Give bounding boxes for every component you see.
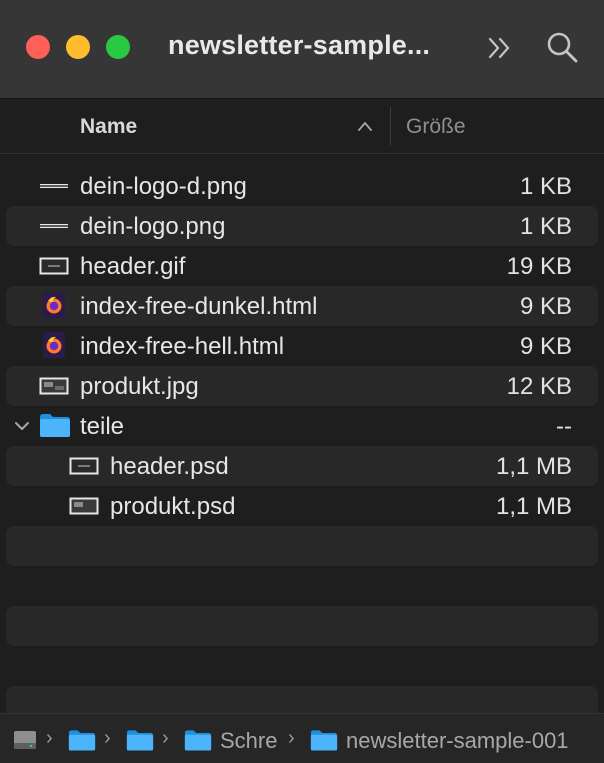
- file-row[interactable]: dein-logo-d.png 1 KB: [6, 166, 598, 206]
- file-size: 1 KB: [519, 173, 572, 200]
- chevron-double-right-icon[interactable]: [486, 34, 514, 62]
- path-item-label[interactable]: newsletter-sample-001: [346, 728, 569, 754]
- column-header-size[interactable]: Größe: [406, 115, 466, 139]
- minimize-button[interactable]: [66, 35, 90, 59]
- file-name: header.gif: [80, 253, 186, 280]
- close-button[interactable]: [26, 35, 50, 59]
- firefox-html-icon: [42, 291, 66, 319]
- column-divider[interactable]: [390, 107, 391, 145]
- path-separator: ›: [104, 727, 111, 749]
- empty-row: [6, 526, 598, 566]
- file-name: index-free-hell.html: [80, 333, 285, 360]
- column-header-name[interactable]: Name: [80, 115, 137, 139]
- file-size: 9 KB: [519, 333, 572, 360]
- image-file-icon: [69, 457, 99, 475]
- file-name: header.psd: [110, 453, 229, 480]
- column-header-bar: Name Größe: [0, 99, 604, 154]
- file-size: 9 KB: [519, 293, 572, 320]
- file-row[interactable]: header.gif 19 KB: [6, 246, 598, 286]
- path-item-label[interactable]: Schre: [220, 728, 277, 754]
- file-name: dein-logo-d.png: [80, 173, 247, 200]
- folder-icon: [39, 412, 71, 438]
- search-icon[interactable]: [545, 30, 579, 64]
- folder-icon[interactable]: [68, 728, 96, 752]
- title-bar: newsletter-sample...: [0, 0, 604, 99]
- folder-icon[interactable]: [184, 728, 212, 752]
- file-row[interactable]: header.psd 1,1 MB: [6, 446, 598, 486]
- image-file-icon: [40, 184, 68, 188]
- zoom-button[interactable]: [106, 35, 130, 59]
- image-file-icon: [39, 257, 69, 275]
- path-separator: ›: [288, 727, 295, 749]
- empty-row: [6, 606, 598, 646]
- file-row[interactable]: index-free-dunkel.html 9 KB: [6, 286, 598, 326]
- file-row[interactable]: produkt.jpg 12 KB: [6, 366, 598, 406]
- image-file-icon: [40, 224, 68, 228]
- path-separator: ›: [162, 727, 169, 749]
- image-file-icon: [39, 377, 69, 395]
- file-list: dein-logo-d.png 1 KB dein-logo.png 1 KB …: [0, 166, 604, 526]
- file-name: produkt.psd: [110, 493, 236, 520]
- file-name: dein-logo.png: [80, 213, 226, 240]
- file-size: --: [556, 413, 572, 440]
- folder-row[interactable]: teile --: [6, 406, 598, 446]
- file-row[interactable]: dein-logo.png 1 KB: [6, 206, 598, 246]
- file-name: teile: [80, 413, 125, 440]
- file-row[interactable]: index-free-hell.html 9 KB: [6, 326, 598, 366]
- path-bar: › › › Schre › newsletter-sample-001: [0, 713, 604, 763]
- file-size: 1,1 MB: [495, 493, 572, 520]
- window-title: newsletter-sample...: [168, 30, 431, 60]
- folder-icon[interactable]: [126, 728, 154, 752]
- file-size: 1,1 MB: [495, 453, 572, 480]
- sort-ascending-icon[interactable]: [356, 119, 374, 133]
- folder-icon[interactable]: [310, 728, 338, 752]
- image-file-icon: [69, 497, 99, 515]
- file-size: 12 KB: [506, 373, 572, 400]
- path-separator: ›: [46, 727, 53, 749]
- file-name: produkt.jpg: [80, 373, 199, 400]
- file-row[interactable]: produkt.psd 1,1 MB: [6, 486, 598, 526]
- file-size: 19 KB: [506, 253, 572, 280]
- file-size: 1 KB: [519, 213, 572, 240]
- firefox-html-icon: [42, 331, 66, 359]
- chevron-down-icon[interactable]: [14, 419, 30, 433]
- file-name: index-free-dunkel.html: [80, 293, 318, 320]
- hard-drive-icon[interactable]: [12, 728, 38, 752]
